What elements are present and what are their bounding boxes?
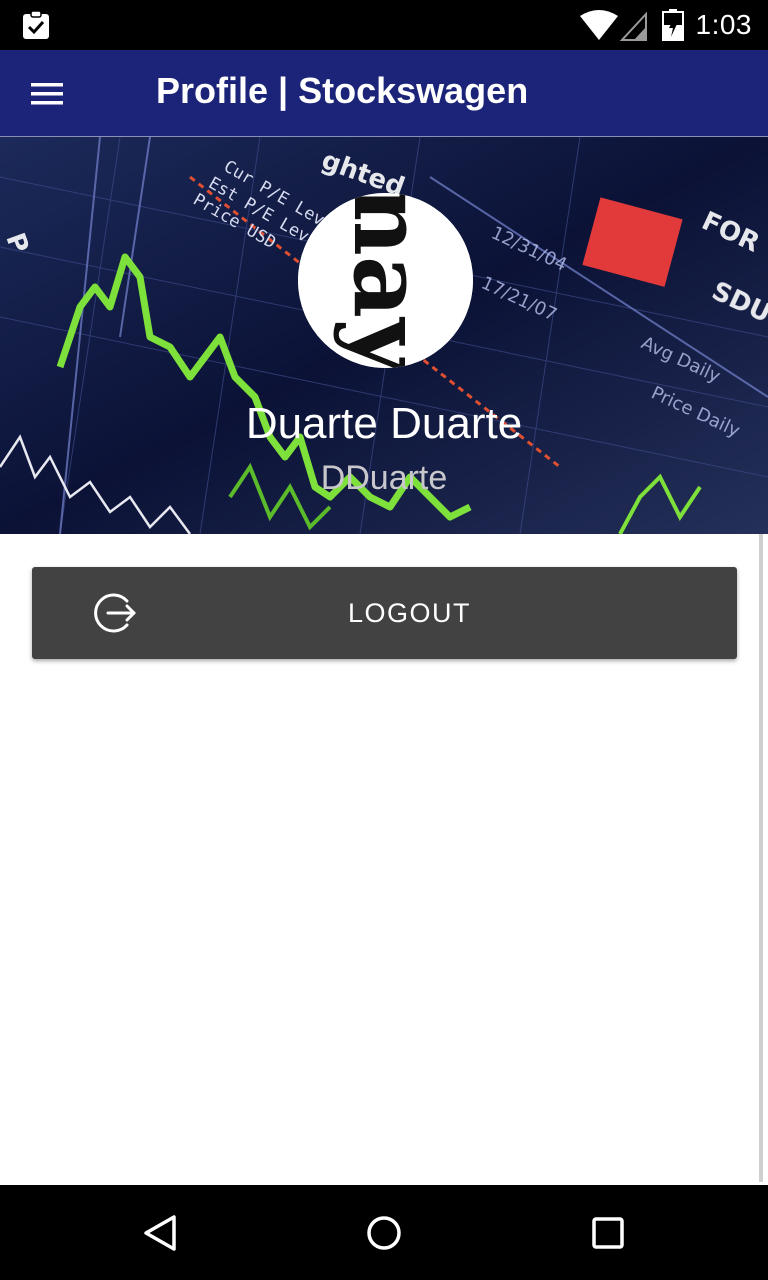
avatar-image: nay xyxy=(298,193,473,368)
main-content: LOGOUT xyxy=(0,534,768,1185)
app-bar: Profile | Stockswagen xyxy=(0,50,768,137)
page-title: Profile | Stockswagen xyxy=(156,70,529,111)
system-nav-bar xyxy=(0,1185,768,1280)
logout-label: LOGOUT xyxy=(347,598,471,628)
wifi-icon xyxy=(580,10,647,41)
recents-icon[interactable] xyxy=(584,1209,632,1257)
hamburger-menu-icon[interactable] xyxy=(30,81,64,107)
status-bar: 1:03 xyxy=(0,0,768,50)
profile-name: Duarte Duarte xyxy=(245,399,523,448)
home-icon[interactable] xyxy=(360,1209,408,1257)
avatar: nay xyxy=(298,193,473,368)
battery-icon xyxy=(662,9,684,41)
logout-button[interactable]: LOGOUT xyxy=(32,567,737,659)
status-clock: 1:03 xyxy=(695,9,752,40)
avatar-text: nay xyxy=(332,193,445,368)
clipboard-check-icon xyxy=(23,10,49,39)
back-icon[interactable] xyxy=(136,1209,184,1257)
scrollbar[interactable] xyxy=(759,534,763,1182)
profile-header: Cur P/E Leve Est P/E Lev Price USD ghted… xyxy=(0,137,768,534)
profile-username: DDuarte xyxy=(320,459,448,497)
